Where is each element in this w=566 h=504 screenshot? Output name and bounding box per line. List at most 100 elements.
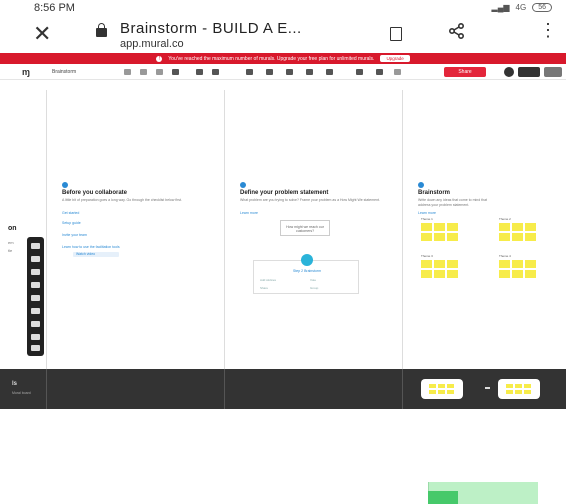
more-tools-icon[interactable] <box>31 345 40 351</box>
sticky-note[interactable] <box>434 270 445 278</box>
close-icon[interactable]: ✕ <box>33 21 51 47</box>
sticky-note[interactable] <box>421 260 432 268</box>
avatars-group[interactable] <box>518 67 540 77</box>
mural-logo[interactable]: ɱ <box>22 67 40 77</box>
sticky-note[interactable] <box>421 270 432 278</box>
outline-title: ls <box>12 381 18 387</box>
upgrade-button[interactable]: Upgrade <box>380 55 410 62</box>
network-label: 4G <box>515 3 527 12</box>
alert-icon: ! <box>156 55 163 62</box>
battery-icon: 56 <box>532 3 552 12</box>
sticky-note[interactable] <box>421 233 432 241</box>
timer-icon[interactable] <box>246 69 253 75</box>
group-label: Theme 3 <box>421 254 433 258</box>
sticky-note[interactable] <box>434 233 445 241</box>
panel-brainstorm[interactable]: Brainstorm Write down any ideas that com… <box>402 90 566 369</box>
draw-tool-icon[interactable] <box>31 295 40 301</box>
sticky-note[interactable] <box>525 223 536 231</box>
panel-before-collaborate[interactable]: Before you collaborate A little bit of p… <box>46 90 224 369</box>
browser-header: ✕ Brainstorm - BUILD A E... app.mural.co… <box>0 18 566 52</box>
checklist-item[interactable]: Invite your team <box>62 233 212 238</box>
lock-icon <box>96 23 107 37</box>
sticky-note[interactable] <box>447 223 458 231</box>
vote-icon[interactable] <box>286 69 293 75</box>
frame-tool-icon[interactable] <box>31 321 40 327</box>
sticky-note[interactable] <box>447 233 458 241</box>
minimap-viewport-highlight <box>428 491 458 504</box>
minimap-thumbnail[interactable] <box>498 379 540 399</box>
people-icon[interactable] <box>376 69 383 75</box>
chat-icon[interactable] <box>266 69 273 75</box>
user-avatar[interactable] <box>544 67 562 77</box>
panel-link[interactable]: Learn more <box>240 211 258 215</box>
panel-title: Define your problem statement <box>240 190 329 196</box>
mural-toolbar: ɱ Brainstorm Share <box>0 64 566 80</box>
page-url: app.mural.co <box>120 38 184 50</box>
sticky-note-tool-icon[interactable] <box>31 243 40 249</box>
share-icon[interactable] <box>448 22 466 45</box>
undo-icon[interactable] <box>124 69 131 75</box>
brainstorm-callout[interactable]: Step 2 Brainstorm Add stickies Vote Shar… <box>253 254 359 294</box>
callout-item: Share <box>260 286 269 290</box>
more-vertical-icon[interactable]: ⋮ <box>539 21 557 39</box>
sticky-note[interactable] <box>512 260 523 268</box>
tools-sidebar <box>27 237 44 356</box>
connector-tool-icon[interactable] <box>31 282 40 288</box>
callout-item: Add stickies <box>260 278 277 282</box>
peek-heading: on <box>8 225 17 232</box>
callout-title: Step 2 Brainstorm <box>292 269 321 273</box>
panel-link[interactable]: Learn more <box>418 211 436 215</box>
sticky-note[interactable] <box>421 223 432 231</box>
cursor-icon[interactable] <box>306 69 313 75</box>
sticky-note[interactable] <box>499 260 510 268</box>
step-icon <box>418 182 424 188</box>
sticky-note[interactable] <box>512 223 523 231</box>
strip-divider <box>402 369 403 409</box>
panel-body: What problem are you trying to solve? Fr… <box>240 198 380 202</box>
sticky-note[interactable] <box>512 270 523 278</box>
share-button[interactable]: Share <box>444 67 486 77</box>
watch-video-button[interactable]: Watch video <box>73 252 119 257</box>
sticky-note[interactable] <box>512 233 523 241</box>
checklist-item[interactable]: Setup guide <box>62 221 212 226</box>
peek-line: tle <box>8 248 13 253</box>
sticky-note[interactable] <box>499 270 510 278</box>
sticky-note[interactable] <box>434 223 445 231</box>
visibility-icon[interactable] <box>172 69 179 75</box>
signal-icon: ▂▄▆ <box>491 3 510 12</box>
problem-card[interactable]: How might we reach our customers? <box>280 220 330 236</box>
sticky-note[interactable] <box>499 233 510 241</box>
sticky-note[interactable] <box>499 223 510 231</box>
panel-link[interactable]: Get started <box>62 211 79 215</box>
checklist-item[interactable]: Learn how to use the facilitation tools <box>62 245 212 250</box>
more-horizontal-icon[interactable] <box>394 69 401 75</box>
history-icon[interactable] <box>156 69 163 75</box>
table-tool-icon[interactable] <box>31 334 40 340</box>
panel-title: Before you collaborate <box>62 190 128 196</box>
notifications-icon[interactable] <box>326 69 333 75</box>
image-tool-icon[interactable] <box>31 308 40 314</box>
mural-name[interactable]: Brainstorm <box>52 69 76 75</box>
sticky-note[interactable] <box>525 260 536 268</box>
sticky-note[interactable] <box>525 270 536 278</box>
panel-title: Brainstorm <box>418 190 451 196</box>
minimap-thumbnail[interactable] <box>421 379 463 399</box>
panel-problem-statement[interactable]: Define your problem statement What probl… <box>224 90 402 369</box>
callout-item: Vote <box>310 278 317 282</box>
sticky-note[interactable] <box>434 260 445 268</box>
zoom-icon[interactable] <box>212 69 219 75</box>
bookmark-icon[interactable] <box>390 27 402 41</box>
shape-tool-icon[interactable] <box>31 269 40 275</box>
banner-message: You've reached the maximum number of mur… <box>168 55 375 62</box>
sticky-note[interactable] <box>447 270 458 278</box>
text-tool-icon[interactable] <box>31 256 40 262</box>
outline-subtitle: Mural board <box>12 391 31 395</box>
sticky-note[interactable] <box>525 233 536 241</box>
strip-divider <box>224 369 225 409</box>
upload-icon[interactable] <box>196 69 203 75</box>
status-bar: 8:56 PM ▂▄▆ 4G 56 <box>0 0 566 18</box>
sticky-note[interactable] <box>447 260 458 268</box>
redo-icon[interactable] <box>140 69 147 75</box>
help-icon[interactable] <box>504 67 514 77</box>
grid-icon[interactable] <box>356 69 363 75</box>
